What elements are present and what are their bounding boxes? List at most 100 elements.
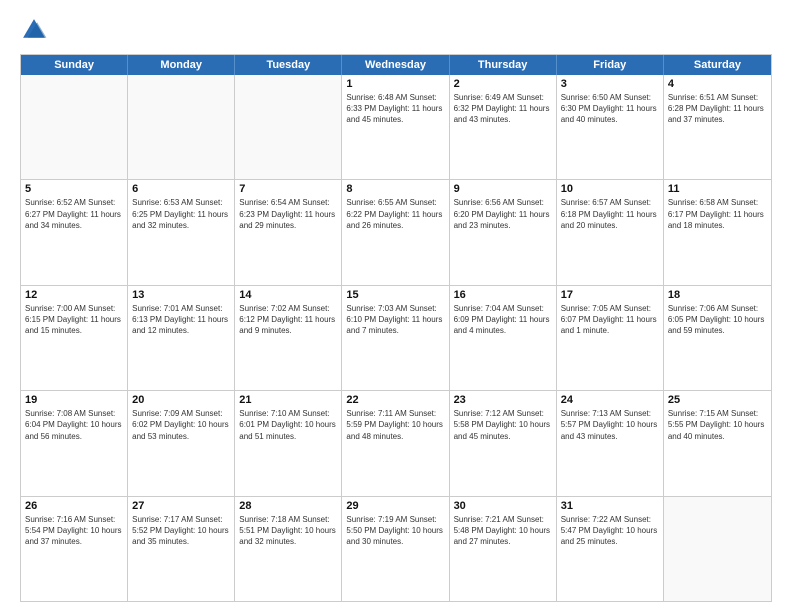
day-info: Sunrise: 6:57 AM Sunset: 6:18 PM Dayligh…: [561, 197, 659, 231]
week-row-5: 26 Sunrise: 7:16 AM Sunset: 5:54 PM Dayli…: [21, 496, 771, 601]
day-header-tuesday: Tuesday: [235, 55, 342, 75]
day-info: Sunrise: 7:19 AM Sunset: 5:50 PM Dayligh…: [346, 514, 444, 548]
day-number: 31: [561, 500, 659, 512]
day-cell: [21, 75, 128, 179]
day-cell: [128, 75, 235, 179]
day-number: 5: [25, 183, 123, 195]
day-header-thursday: Thursday: [450, 55, 557, 75]
day-number: 9: [454, 183, 552, 195]
day-cell: 24Sunrise: 7:13 AM Sunset: 5:57 PM Dayli…: [557, 391, 664, 495]
day-number: 13: [132, 289, 230, 301]
day-info: Sunrise: 6:53 AM Sunset: 6:25 PM Dayligh…: [132, 197, 230, 231]
day-info: Sunrise: 7:11 AM Sunset: 5:59 PM Dayligh…: [346, 408, 444, 442]
day-info: Sunrise: 7:10 AM Sunset: 6:01 PM Dayligh…: [239, 408, 337, 442]
day-number: 3: [561, 78, 659, 90]
day-info: Sunrise: 7:03 AM Sunset: 6:10 PM Dayligh…: [346, 303, 444, 337]
calendar: SundayMondayTuesdayWednesdayThursdayFrid…: [20, 54, 772, 602]
page: SundayMondayTuesdayWednesdayThursdayFrid…: [0, 0, 792, 612]
day-header-monday: Monday: [128, 55, 235, 75]
day-number: 21: [239, 394, 337, 406]
day-number: 2: [454, 78, 552, 90]
day-info: Sunrise: 7:12 AM Sunset: 5:58 PM Dayligh…: [454, 408, 552, 442]
week-row-1: 1 Sunrise: 6:48 AM Sunset: 6:33 PM Daylig…: [21, 75, 771, 179]
week-row-2: 5 Sunrise: 6:52 AM Sunset: 6:27 PM Daylig…: [21, 179, 771, 284]
day-number: 19: [25, 394, 123, 406]
day-cell: 31 Sunrise: 7:22 AM Sunset: 5:47 PM Dayli…: [557, 497, 664, 601]
day-cell: 29 Sunrise: 7:19 AM Sunset: 5:50 PM Dayli…: [342, 497, 449, 601]
day-number: 1: [346, 78, 444, 90]
day-cell: [235, 75, 342, 179]
day-number: 7: [239, 183, 337, 195]
day-number: 8: [346, 183, 444, 195]
day-cell: 4 Sunrise: 6:51 AM Sunset: 6:28 PM Daylig…: [664, 75, 771, 179]
day-cell: 28Sunrise: 7:18 AM Sunset: 5:51 PM Dayli…: [235, 497, 342, 601]
day-number: 17: [561, 289, 659, 301]
day-number: 30: [454, 500, 552, 512]
day-number: 25: [668, 394, 767, 406]
day-info: Sunrise: 7:02 AM Sunset: 6:12 PM Dayligh…: [239, 303, 337, 337]
day-info: Sunrise: 7:01 AM Sunset: 6:13 PM Dayligh…: [132, 303, 230, 337]
day-number: 10: [561, 183, 659, 195]
day-info: Sunrise: 6:51 AM Sunset: 6:28 PM Dayligh…: [668, 92, 767, 126]
day-number: 18: [668, 289, 767, 301]
day-number: 6: [132, 183, 230, 195]
day-cell: 8 Sunrise: 6:55 AM Sunset: 6:22 PM Daylig…: [342, 180, 449, 284]
day-cell: 3 Sunrise: 6:50 AM Sunset: 6:30 PM Daylig…: [557, 75, 664, 179]
day-number: 29: [346, 500, 444, 512]
day-info: Sunrise: 7:22 AM Sunset: 5:47 PM Dayligh…: [561, 514, 659, 548]
calendar-body: 1 Sunrise: 6:48 AM Sunset: 6:33 PM Daylig…: [21, 75, 771, 601]
day-info: Sunrise: 6:48 AM Sunset: 6:33 PM Dayligh…: [346, 92, 444, 126]
day-header-wednesday: Wednesday: [342, 55, 449, 75]
day-info: Sunrise: 7:21 AM Sunset: 5:48 PM Dayligh…: [454, 514, 552, 548]
day-number: 22: [346, 394, 444, 406]
day-cell: 9 Sunrise: 6:56 AM Sunset: 6:20 PM Daylig…: [450, 180, 557, 284]
day-info: Sunrise: 7:04 AM Sunset: 6:09 PM Dayligh…: [454, 303, 552, 337]
day-cell: 14 Sunrise: 7:02 AM Sunset: 6:12 PM Dayli…: [235, 286, 342, 390]
day-info: Sunrise: 7:05 AM Sunset: 6:07 PM Dayligh…: [561, 303, 659, 337]
day-number: 14: [239, 289, 337, 301]
day-number: 4: [668, 78, 767, 90]
day-cell: 16Sunrise: 7:04 AM Sunset: 6:09 PM Dayli…: [450, 286, 557, 390]
day-cell: 5 Sunrise: 6:52 AM Sunset: 6:27 PM Daylig…: [21, 180, 128, 284]
logo-icon: [20, 16, 48, 44]
day-info: Sunrise: 7:08 AM Sunset: 6:04 PM Dayligh…: [25, 408, 123, 442]
day-cell: 21 Sunrise: 7:10 AM Sunset: 6:01 PM Dayli…: [235, 391, 342, 495]
day-info: Sunrise: 6:50 AM Sunset: 6:30 PM Dayligh…: [561, 92, 659, 126]
day-cell: 23Sunrise: 7:12 AM Sunset: 5:58 PM Dayli…: [450, 391, 557, 495]
day-info: Sunrise: 7:17 AM Sunset: 5:52 PM Dayligh…: [132, 514, 230, 548]
day-cell: 27 Sunrise: 7:17 AM Sunset: 5:52 PM Dayli…: [128, 497, 235, 601]
day-info: Sunrise: 7:16 AM Sunset: 5:54 PM Dayligh…: [25, 514, 123, 548]
day-info: Sunrise: 6:56 AM Sunset: 6:20 PM Dayligh…: [454, 197, 552, 231]
day-info: Sunrise: 6:58 AM Sunset: 6:17 PM Dayligh…: [668, 197, 767, 231]
day-number: 12: [25, 289, 123, 301]
logo: [20, 16, 52, 44]
header: [20, 16, 772, 44]
day-cell: 25 Sunrise: 7:15 AM Sunset: 5:55 PM Dayli…: [664, 391, 771, 495]
day-number: 27: [132, 500, 230, 512]
day-cell: 17 Sunrise: 7:05 AM Sunset: 6:07 PM Dayli…: [557, 286, 664, 390]
day-number: 26: [25, 500, 123, 512]
day-cell: 20Sunrise: 7:09 AM Sunset: 6:02 PM Dayli…: [128, 391, 235, 495]
day-info: Sunrise: 7:06 AM Sunset: 6:05 PM Dayligh…: [668, 303, 767, 337]
day-header-friday: Friday: [557, 55, 664, 75]
day-info: Sunrise: 6:54 AM Sunset: 6:23 PM Dayligh…: [239, 197, 337, 231]
day-info: Sunrise: 6:49 AM Sunset: 6:32 PM Dayligh…: [454, 92, 552, 126]
day-cell: 26 Sunrise: 7:16 AM Sunset: 5:54 PM Dayli…: [21, 497, 128, 601]
day-cell: 18 Sunrise: 7:06 AM Sunset: 6:05 PM Dayli…: [664, 286, 771, 390]
day-info: Sunrise: 6:55 AM Sunset: 6:22 PM Dayligh…: [346, 197, 444, 231]
day-cell: 11Sunrise: 6:58 AM Sunset: 6:17 PM Dayli…: [664, 180, 771, 284]
day-cell: 22 Sunrise: 7:11 AM Sunset: 5:59 PM Dayli…: [342, 391, 449, 495]
day-cell: 12 Sunrise: 7:00 AM Sunset: 6:15 PM Dayli…: [21, 286, 128, 390]
day-header-sunday: Sunday: [21, 55, 128, 75]
day-cell: 6 Sunrise: 6:53 AM Sunset: 6:25 PM Daylig…: [128, 180, 235, 284]
day-cell: [664, 497, 771, 601]
day-info: Sunrise: 7:09 AM Sunset: 6:02 PM Dayligh…: [132, 408, 230, 442]
day-info: Sunrise: 7:15 AM Sunset: 5:55 PM Dayligh…: [668, 408, 767, 442]
day-number: 28: [239, 500, 337, 512]
day-cell: 10 Sunrise: 6:57 AM Sunset: 6:18 PM Dayli…: [557, 180, 664, 284]
week-row-3: 12 Sunrise: 7:00 AM Sunset: 6:15 PM Dayli…: [21, 285, 771, 390]
day-info: Sunrise: 7:00 AM Sunset: 6:15 PM Dayligh…: [25, 303, 123, 337]
day-cell: 1 Sunrise: 6:48 AM Sunset: 6:33 PM Daylig…: [342, 75, 449, 179]
day-cell: 7 Sunrise: 6:54 AM Sunset: 6:23 PM Daylig…: [235, 180, 342, 284]
day-info: Sunrise: 6:52 AM Sunset: 6:27 PM Dayligh…: [25, 197, 123, 231]
